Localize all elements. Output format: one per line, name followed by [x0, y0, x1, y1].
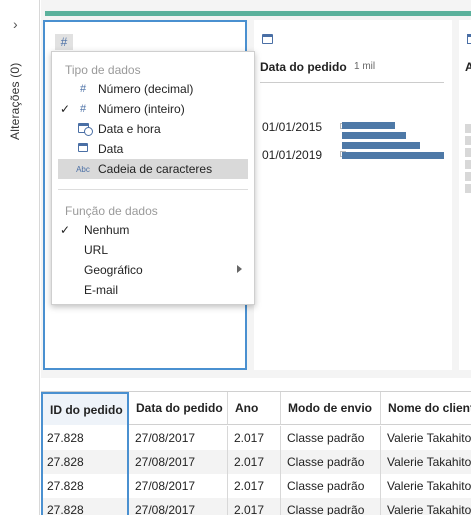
bar-mark: [465, 172, 471, 181]
histogram-bar[interactable]: [342, 152, 444, 159]
table-row[interactable]: 27.828 27/08/2017 2.017 Classe padrão Va…: [41, 498, 471, 515]
table-cell[interactable]: Valerie Takahito: [381, 498, 471, 515]
table-cell[interactable]: Classe padrão: [281, 450, 381, 474]
table-cell[interactable]: 27/08/2017: [129, 474, 228, 498]
table-cell[interactable]: Valerie Takahito: [381, 474, 471, 498]
submenu-arrow-icon: [237, 265, 242, 273]
table-cell[interactable]: 2.017: [228, 474, 281, 498]
menu-item-geographic[interactable]: Geográfico: [58, 260, 248, 280]
column-header-year[interactable]: Ano: [228, 392, 281, 425]
table-cell[interactable]: Classe padrão: [281, 498, 381, 515]
section-data-type: Tipo de dados: [65, 63, 141, 77]
menu-item-integer[interactable]: ✓ # Número (inteiro): [58, 99, 248, 119]
menu-item-label: Data: [98, 142, 124, 156]
menu-item-label: E-mail: [84, 283, 119, 297]
column-header-customer-name[interactable]: Nome do cliente: [381, 392, 471, 425]
bar-mark: [465, 160, 471, 169]
menu-item-email[interactable]: E-mail: [58, 280, 248, 300]
table-cell[interactable]: 27.828: [41, 426, 129, 450]
table-cell[interactable]: 27.828: [41, 474, 129, 498]
check-icon: ✓: [59, 102, 71, 116]
menu-item-label: Data e hora: [98, 122, 161, 136]
calendar-icon: [72, 143, 94, 155]
profile-accent-bar: [45, 11, 471, 16]
divider: [260, 82, 444, 83]
menu-item-label: Número (decimal): [98, 82, 194, 96]
bar-mark: [465, 136, 471, 145]
bar-mark: [465, 184, 471, 193]
bar-mark: [465, 124, 471, 133]
menu-item-none[interactable]: ✓ Nenhum: [58, 220, 248, 240]
table-row[interactable]: 27.828 27/08/2017 2.017 Classe padrão Va…: [41, 474, 471, 498]
data-type-button[interactable]: #: [55, 34, 73, 50]
table-cell[interactable]: Classe padrão: [281, 474, 381, 498]
bar-mark: [465, 148, 471, 157]
field-title: Data do pedido: [260, 60, 347, 74]
menu-item-date[interactable]: Data: [58, 139, 248, 159]
field-count: 1 mil: [354, 61, 376, 72]
data-type-menu: Tipo de dados # Número (decimal) ✓ # Núm…: [51, 51, 255, 305]
table-cell[interactable]: 2.017: [228, 498, 281, 515]
menu-item-label: Número (inteiro): [98, 102, 185, 116]
datetime-icon: [72, 122, 94, 136]
table-cell[interactable]: 27.828: [41, 498, 129, 515]
calendar-icon[interactable]: [262, 34, 273, 44]
menu-item-label: URL: [84, 243, 109, 257]
menu-separator: [58, 189, 248, 190]
table-cell[interactable]: 2.017: [228, 426, 281, 450]
menu-item-decimal[interactable]: # Número (decimal): [58, 79, 248, 99]
table-cell[interactable]: Classe padrão: [281, 426, 381, 450]
left-rail: › Alterações (0): [0, 0, 40, 515]
axis-label-2015: 01/01/2015: [262, 120, 323, 134]
histogram-bar[interactable]: [342, 122, 395, 129]
menu-item-label: Geográfico: [84, 263, 143, 277]
menu-item-label: Nenhum: [84, 223, 130, 237]
field-title: A: [465, 60, 471, 74]
calendar-icon: [467, 34, 471, 44]
table-row[interactable]: 27.828 27/08/2017 2.017 Classe padrão Va…: [41, 426, 471, 450]
hash-icon: #: [79, 103, 87, 115]
field-card-order-date[interactable]: Data do pedido 1 mil 01/01/2015 01/01/20…: [254, 20, 452, 370]
table-row[interactable]: 27.828 27/08/2017 2.017 Classe padrão Va…: [41, 450, 471, 474]
section-data-role: Função de dados: [65, 204, 158, 218]
menu-item-datetime[interactable]: Data e hora: [58, 119, 248, 139]
hash-icon: #: [79, 83, 87, 95]
table-cell[interactable]: 27.828: [41, 450, 129, 474]
table-cell[interactable]: 27/08/2017: [129, 450, 228, 474]
histogram-bar[interactable]: [342, 142, 420, 149]
chevron-right-icon[interactable]: ›: [13, 16, 18, 32]
table-cell[interactable]: 2.017: [228, 450, 281, 474]
abc-icon: Abc: [76, 164, 90, 174]
axis-label-2019: 01/01/2019: [262, 148, 323, 162]
table-cell[interactable]: Valerie Takahito: [381, 450, 471, 474]
histogram-bar[interactable]: [342, 132, 406, 139]
menu-item-string[interactable]: Abc Cadeia de caracteres: [58, 159, 248, 179]
column-header-order-date[interactable]: Data do pedido: [129, 392, 228, 425]
menu-item-url[interactable]: URL: [58, 240, 248, 260]
table-cell[interactable]: 27/08/2017: [129, 426, 228, 450]
table-cell[interactable]: 27/08/2017: [129, 498, 228, 515]
check-icon: ✓: [59, 223, 71, 237]
menu-item-label: Cadeia de caracteres: [98, 162, 213, 176]
field-card-next[interactable]: A: [459, 20, 471, 370]
table-cell[interactable]: Valerie Takahito: [381, 426, 471, 450]
changes-label[interactable]: Alterações (0): [8, 60, 22, 141]
column-header-ship-mode[interactable]: Modo de envio: [281, 392, 381, 425]
column-header-order-id[interactable]: ID do pedido: [41, 392, 129, 425]
data-grid: ID do pedido Data do pedido Ano Modo de …: [41, 391, 471, 515]
